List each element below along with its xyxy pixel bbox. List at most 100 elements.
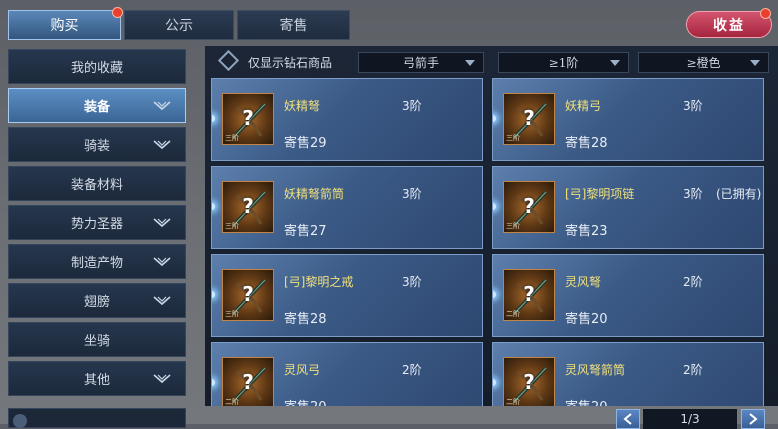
item-tier: 二阶 [506, 398, 520, 406]
sidebar-item[interactable]: 骑装 [8, 127, 186, 162]
glow-marker [212, 291, 215, 298]
tab-buy-label: 购买 [50, 18, 79, 34]
expand-chevron-icon [153, 257, 171, 267]
item-card[interactable]: ? 三阶 妖精弩箭筒 3阶 寄售27 [211, 166, 483, 249]
glow-marker [493, 291, 496, 298]
item-card[interactable]: ? 三阶 妖精弓 3阶 寄售28 [492, 78, 764, 161]
chevron-down-icon [465, 60, 475, 66]
sidebar-item-label: 翅膀 [83, 295, 110, 310]
category-sidebar: 我的收藏装备骑装装备材料势力圣器制造产物翅膀坐骑其他 [8, 49, 186, 400]
item-tier: 三阶 [225, 310, 239, 318]
tab-consign[interactable]: 寄售 [237, 10, 350, 40]
top-tab-bar: 购买 公示 寄售 [8, 7, 350, 40]
item-price: 寄售27 [284, 224, 327, 239]
diamond-only-checkbox[interactable] [217, 49, 240, 72]
item-name: [弓]黎明之戒 [284, 275, 354, 289]
item-card[interactable]: ?二阶 灵风弩箭筒 2阶寄售20 [492, 342, 764, 406]
item-tier: 三阶 [225, 222, 239, 230]
item-name: 妖精弓 [565, 99, 602, 113]
item-card[interactable]: ? 二阶 灵风弩 2阶 寄售20 [492, 254, 764, 337]
notification-dot [112, 7, 123, 18]
sidebar-item[interactable]: 制造产物 [8, 244, 186, 279]
search-icon [13, 414, 27, 428]
unknown-mark-icon: ? [242, 370, 254, 394]
page-indicator: 1/3 [643, 409, 737, 429]
item-list-panel: 仅显示钻石商品 弓箭手 ≥1阶 ≥橙色 ? 三阶 妖精弩 3阶 寄售29? 三阶 妖精弓 3阶… [205, 46, 778, 406]
item-name: 灵风弓 [284, 363, 321, 377]
sidebar-item[interactable]: 我的收藏 [8, 49, 186, 84]
item-name: 妖精弩 [284, 99, 321, 113]
glow-marker [493, 379, 496, 386]
unknown-mark-icon: ? [242, 194, 254, 218]
sidebar-item-label: 骑装 [83, 139, 110, 154]
item-tier: 三阶 [506, 222, 520, 230]
sidebar-item[interactable]: 坐骑 [8, 322, 186, 357]
sidebar-item-label: 我的收藏 [70, 61, 123, 76]
earnings-button-label: 收益 [713, 17, 745, 34]
item-icon: ? 三阶 [222, 269, 274, 321]
next-page-button[interactable] [741, 409, 765, 429]
item-icon: ? 二阶 [503, 269, 555, 321]
unknown-mark-icon: ? [242, 282, 254, 306]
notification-dot [760, 8, 771, 19]
item-price: 寄售28 [284, 312, 327, 327]
item-card[interactable]: ? 三阶 妖精弩 3阶 寄售29 [211, 78, 483, 161]
glow-marker [212, 115, 215, 122]
item-price: 寄售29 [284, 136, 327, 151]
quality-dropdown[interactable]: ≥橙色 [638, 52, 769, 73]
level-dropdown[interactable]: ≥1阶 [498, 52, 629, 73]
expand-chevron-icon [153, 374, 171, 384]
expand-chevron-icon [153, 101, 171, 111]
unknown-mark-icon: ? [523, 370, 535, 394]
item-icon: ? 三阶 [503, 93, 555, 145]
item-name: 灵风弩 [565, 275, 602, 289]
item-price: 寄售20 [565, 396, 608, 406]
item-price: 寄售20 [284, 396, 327, 406]
item-card[interactable]: ?二阶灵风弓2阶寄售20 [211, 342, 483, 406]
glow-marker [493, 115, 496, 122]
item-level: 3阶 [402, 187, 422, 201]
expand-chevron-icon [153, 140, 171, 150]
sidebar-item-label: 势力圣器 [70, 217, 123, 232]
tab-public[interactable]: 公示 [124, 10, 234, 40]
sidebar-item-label: 装备 [83, 100, 110, 115]
item-tier: 二阶 [506, 310, 520, 318]
class-dropdown[interactable]: 弓箭手 [358, 52, 484, 73]
item-level: 3阶 [402, 275, 422, 289]
earnings-button[interactable]: 收益 [686, 8, 772, 38]
item-icon: ? 三阶 [222, 181, 274, 233]
item-price: 寄售28 [565, 136, 608, 151]
expand-chevron-icon [153, 296, 171, 306]
sidebar-item[interactable]: 装备材料 [8, 166, 186, 201]
sidebar-item-label: 其他 [83, 373, 110, 388]
search-input[interactable] [8, 408, 186, 428]
sidebar-item[interactable]: 其他 [8, 361, 186, 396]
unknown-mark-icon: ? [523, 106, 535, 130]
glow-marker [212, 379, 215, 386]
tab-public-label: 公示 [165, 18, 193, 34]
item-name: 灵风弩箭筒 [565, 363, 626, 377]
chevron-left-icon [623, 413, 632, 425]
sidebar-item[interactable]: 势力圣器 [8, 205, 186, 240]
item-name: 妖精弩箭筒 [284, 187, 345, 201]
item-level: 2阶 [683, 363, 703, 377]
quality-dropdown-value: ≥橙色 [686, 56, 721, 70]
tab-buy[interactable]: 购买 [8, 7, 123, 40]
item-card[interactable]: ? 三阶 [弓]黎明之戒 3阶寄售28 [211, 254, 483, 337]
sidebar-item-label: 制造产物 [70, 256, 123, 271]
diamond-only-label[interactable]: 仅显示钻石商品 [248, 54, 332, 71]
item-icon: ? 二阶 [222, 357, 274, 406]
item-price: 寄售20 [565, 312, 608, 327]
sidebar-item[interactable]: 翅膀 [8, 283, 186, 318]
prev-page-button[interactable] [616, 409, 640, 429]
tab-consign-label: 寄售 [279, 18, 308, 34]
sidebar-item[interactable]: 装备 [8, 88, 186, 123]
sidebar-item-label: 坐骑 [83, 334, 110, 349]
item-tier: 三阶 [506, 134, 520, 142]
chevron-right-icon [749, 413, 758, 425]
item-card[interactable]: ? 三阶 [弓]黎明项链 3阶 (已拥有) 寄售23 [492, 166, 764, 249]
expand-chevron-icon [153, 218, 171, 228]
item-level: 3阶 [683, 187, 703, 201]
item-icon: ? 三阶 [222, 93, 274, 145]
item-name: [弓]黎明项链 [565, 187, 635, 201]
